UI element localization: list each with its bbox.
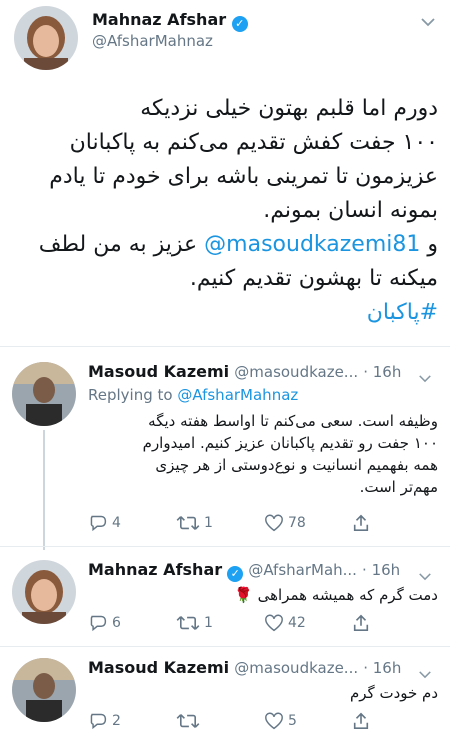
reply-author-name[interactable]: Masoud Kazemi [88,362,229,381]
reply-button[interactable]: 2 [88,712,121,730]
reply-line: دم خودت گرم [349,684,438,702]
chevron-down-icon[interactable] [420,12,436,31]
share-icon [353,514,369,532]
tweet-line-6: میکنه تا بهشون تقدیم کنیم. [189,266,438,291]
replying-to-handle[interactable]: @AfsharMahnaz [177,386,298,404]
reply-line: مهم‌تر است. [359,478,438,496]
reply-icon [90,515,107,532]
tweet-line-1: دورم اما قلبم بهتون خیلی نزدیکه [140,96,438,121]
reply-author-handle[interactable]: @masoudkaze... [234,363,358,381]
retweet-button[interactable]: 1 [176,514,213,532]
verified-badge-icon: ✓ [231,16,248,32]
reply-author-handle[interactable]: @masoudkaze... [234,659,358,677]
avatar-mahnaz[interactable] [12,560,76,624]
reply-line: دمت گرم که همیشه همراهی 🌹 [234,586,438,604]
reply-text: دم خودت گرم [88,682,438,704]
share-icon [353,614,369,632]
tweet-line-3: عزیزمون تا تمرینی باشه برای خودم تا یادم [49,164,438,189]
tweet-line-2: ۱۰۰ جفت کفش تقدیم می‌کنم به پاکبانان [69,130,438,155]
reply-time[interactable]: · 16h [363,363,401,381]
divider [0,546,450,547]
reply-count: 6 [112,615,121,631]
avatar-masoud[interactable] [12,362,76,426]
retweet-count: 1 [204,615,213,631]
reply-time[interactable]: · 16h [363,659,401,677]
share-button[interactable] [352,712,370,730]
tweet-line-5: و @masoudkazemi81 عزیز به من لطف [38,232,438,257]
author-name[interactable]: Mahnaz Afshar [92,10,226,29]
like-icon [265,514,283,532]
reply-count: 4 [112,515,121,531]
reply-icon [90,615,107,632]
share-button[interactable] [352,614,370,632]
reply-time[interactable]: · 16h [362,561,400,579]
chevron-down-icon[interactable] [418,664,432,683]
like-button[interactable]: 42 [264,614,306,632]
retweet-icon [176,616,200,630]
reply-author-handle[interactable]: @AfsharMah... [248,561,357,579]
reply-button[interactable]: 6 [88,614,121,632]
author-handle[interactable]: @AfsharMahnaz [92,32,213,50]
reply-author-name[interactable]: Mahnaz Afshar [88,560,222,579]
chevron-down-icon[interactable] [418,566,432,585]
reply-line: همه بفهمیم انسانیت و نوع‌دوستی از هر چیز… [155,456,438,474]
chevron-down-icon[interactable] [418,368,432,387]
reply-line: ۱۰۰ جفت رو تقدیم پاکبانان عزیز کنیم. امی… [142,434,438,452]
tweet-line-4: بمونه انسان بمونم. [263,198,438,223]
tweet-text: دورم اما قلبم بهتون خیلی نزدیکه ۱۰۰ جفت … [14,92,438,330]
share-icon [353,712,369,730]
divider [0,346,450,347]
retweet-count: 1 [204,515,213,531]
like-button[interactable]: 78 [264,514,306,532]
like-count: 78 [288,515,306,531]
reply-count: 2 [112,713,121,729]
like-icon [265,712,283,730]
hashtag-link[interactable]: #پاکبان [14,296,438,330]
like-count: 42 [288,615,306,631]
avatar-masoud[interactable] [12,658,76,722]
thread-line [43,430,45,550]
reply-icon [90,713,107,730]
replying-to-label: Replying to [88,386,173,404]
mention-link[interactable]: @masoudkazemi81 [204,232,420,257]
divider [0,646,450,647]
reply-author-name[interactable]: Masoud Kazemi [88,658,229,677]
like-icon [265,614,283,632]
reply-line: وظیفه است. سعی می‌کنم تا اواسط هفته دیگه [148,412,438,430]
reply-text: وظیفه است. سعی می‌کنم تا اواسط هفته دیگه… [88,410,438,498]
share-button[interactable] [352,514,370,532]
retweet-button[interactable]: 1 [176,614,213,632]
retweet-icon [176,516,200,530]
verified-badge-icon: ✓ [227,566,244,582]
like-count: 5 [288,713,297,729]
retweet-icon [176,714,200,728]
like-button[interactable]: 5 [264,712,297,730]
retweet-button[interactable] [176,712,204,730]
avatar-mahnaz[interactable] [14,6,78,70]
reply-text: دمت گرم که همیشه همراهی 🌹 [88,584,438,606]
reply-button[interactable]: 4 [88,514,121,532]
